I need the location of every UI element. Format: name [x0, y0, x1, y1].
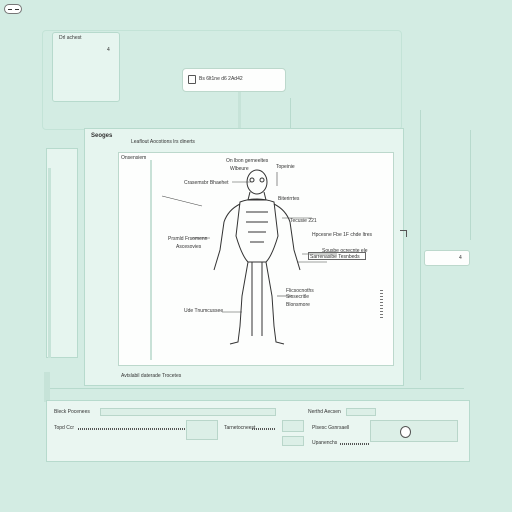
bottom-mid-field-label: Tarnetocneest — [224, 425, 256, 431]
bottom-mid-input[interactable] — [282, 420, 304, 432]
label-lower-right-3: Blonsmore — [286, 302, 310, 308]
label-lower-left: Ude Tnumcussee — [184, 308, 224, 314]
divider — [470, 130, 471, 240]
label-top-sub: Wlbeure — [230, 166, 249, 172]
scroll-marker — [380, 290, 383, 320]
label-lower-right-2: Siosecritle — [286, 294, 310, 300]
label-left-mid: Prsmld Frsomenn — [168, 236, 208, 242]
label-top-right: Topeinie — [276, 164, 295, 170]
bottom-right-field-2: Upanenchs — [312, 440, 338, 446]
label-top: On lbon gerneeltes — [226, 158, 269, 164]
bracket-icon — [400, 230, 407, 237]
bottom-mid-input-2[interactable] — [282, 436, 304, 446]
label-right-mid: Tecusie 221 — [290, 218, 317, 224]
left-rail-bar — [48, 168, 51, 358]
label-right-shoulder: Biterirrtes — [278, 196, 300, 202]
bottom-right-title-bar — [346, 408, 376, 416]
bottom-right-input[interactable] — [370, 420, 458, 442]
window-header-text: Leaflout Aocotions lrs dinerts — [131, 139, 195, 145]
bottom-left-field-dots — [78, 428, 186, 430]
bottom-left-field-label: Topd Ccr — [54, 425, 75, 431]
user-icon — [400, 426, 411, 438]
window-title: Seoges — [91, 133, 113, 139]
bottom-mid-field-dots — [252, 428, 276, 430]
label-left-mid-sub: Ascesovies — [176, 244, 202, 250]
lower-rail — [44, 372, 50, 402]
lock-icon — [188, 75, 196, 84]
callout-box — [308, 252, 366, 260]
bottom-title-bar — [100, 408, 276, 416]
side-tab-marker: 4 — [459, 255, 462, 261]
label-head-left: Crasemsbr Bhaehet — [184, 180, 229, 186]
divider — [420, 110, 421, 380]
bottom-left-title: Bleck Pocenees — [54, 409, 90, 415]
divider — [238, 92, 241, 128]
label-right-callout-1: Hpcesne Fbe 1F chde ltres — [312, 232, 373, 238]
toggle-icon[interactable] — [4, 4, 22, 14]
callout-lines — [161, 172, 337, 313]
top-left-panel-title: Drl achest — [59, 35, 82, 41]
bottom-left-input[interactable] — [186, 420, 218, 440]
window-footer-text: Avtslabil daterade Trocetes — [121, 373, 182, 379]
lower-divider — [44, 388, 464, 389]
top-left-panel-marker: 4 — [107, 47, 110, 53]
top-left-panel[interactable]: Drl achest 4 — [52, 32, 120, 102]
bottom-right-title: Nerthd Aecsen — [308, 409, 341, 415]
bottom-right-field-dots — [340, 443, 370, 445]
side-tab[interactable]: 4 — [424, 250, 470, 266]
divider — [290, 98, 291, 128]
top-pill-text: Bs 6lt1ne d6 2Ad42 — [199, 76, 243, 82]
top-pill[interactable]: Bs 6lt1ne d6 2Ad42 — [182, 68, 286, 92]
bottom-right-field-1: Plsesc Gsnrsaell — [312, 425, 350, 431]
